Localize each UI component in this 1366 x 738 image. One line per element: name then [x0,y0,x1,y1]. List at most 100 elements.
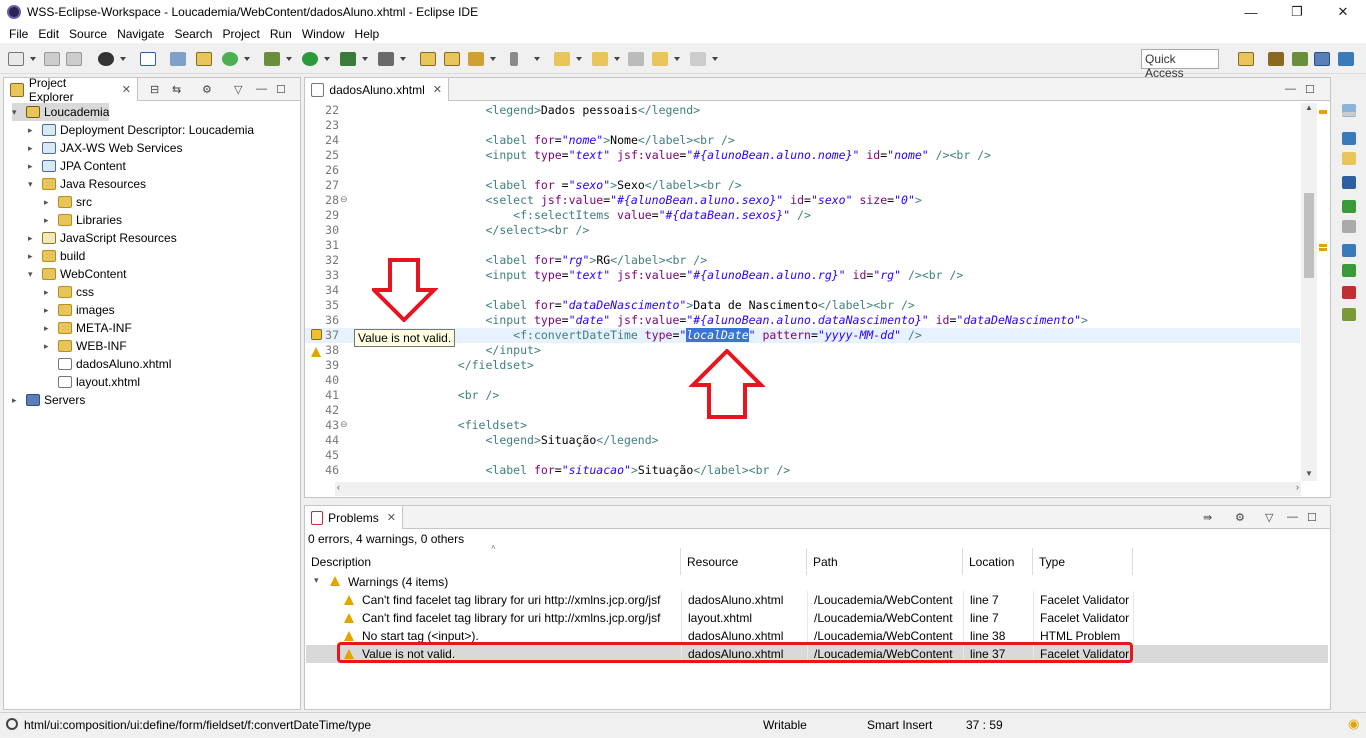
tree-item[interactable]: ▸ JAX-WS Web Services [28,139,182,157]
collapse-icon[interactable]: ▸ [44,287,54,298]
tree-item[interactable]: ▸ css [44,283,94,301]
column-header[interactable]: Description [305,548,681,575]
run-icon[interactable] [302,52,318,66]
column-header[interactable]: Type [1033,548,1133,575]
external-tools-dropdown-icon[interactable] [400,57,406,61]
run-dropdown-icon[interactable] [324,57,330,61]
expand-icon[interactable]: ▾ [314,575,319,586]
menu-help[interactable]: Help [350,27,385,41]
open-folder-icon[interactable] [420,52,436,66]
servers-icon[interactable] [1342,200,1356,213]
menu-source[interactable]: Source [64,27,112,41]
code-line[interactable]: <label for="situacao">Situação</label><b… [347,463,790,478]
code-line[interactable]: </select><br /> [347,223,589,238]
debug-icon[interactable] [264,52,280,66]
tree-item[interactable]: ▸ build [28,247,85,265]
tree-item[interactable]: ▸ JavaScript Resources [28,229,177,247]
warnings-group-row[interactable]: ▾ Warnings (4 items) [306,573,1328,591]
scroll-down-icon[interactable]: ▼ [1305,469,1313,478]
tree-item[interactable]: ▾ Java Resources [28,175,146,193]
menu-edit[interactable]: Edit [33,27,64,41]
restore-button[interactable]: ❐ [1274,0,1320,24]
tree-item[interactable]: ▸ Libraries [44,211,122,229]
expand-icon[interactable]: ▾ [12,107,22,118]
scrollbar-thumb[interactable] [1304,193,1314,278]
table-row[interactable]: Can't find facelet tag library for uri h… [306,591,1328,609]
tree-item[interactable]: ▸ JPA Content [28,157,126,175]
collapse-icon[interactable]: ▸ [12,395,22,406]
properties-icon[interactable] [1342,220,1356,233]
collapse-icon[interactable]: ▸ [28,143,38,154]
menu-file[interactable]: File [4,27,33,41]
fold-icon[interactable]: ⊖ [340,419,348,430]
external-tools-icon[interactable] [378,52,394,66]
collapse-icon[interactable]: ▸ [44,305,54,316]
collapse-icon[interactable]: ▸ [28,233,38,244]
tree-item[interactable]: ▸ Servers [12,391,85,409]
code-line[interactable]: <input type="text" jsf:value="#{alunoBea… [347,268,963,283]
quick-access-input[interactable]: Quick Access [1141,49,1219,80]
table-row[interactable]: Can't find facelet tag library for uri h… [306,609,1328,627]
outline-icon[interactable] [1342,132,1356,145]
data-source-icon[interactable] [1342,264,1356,277]
search-icon[interactable] [468,52,484,66]
coverage-icon[interactable] [340,52,356,66]
collapse-icon[interactable]: ▸ [44,197,54,208]
column-header[interactable]: Location [963,548,1033,575]
tree-item[interactable]: ▸ Deployment Descriptor: Loucademia [28,121,254,139]
code-line[interactable]: <input type="text" jsf:value="#{alunoBea… [347,148,991,163]
vertical-scrollbar[interactable]: ▲ ▼ [1301,103,1317,481]
minimize-icon[interactable]: — [1285,83,1296,95]
menu-search[interactable]: Search [169,27,217,41]
code-line[interactable]: <legend>Situação</legend> [347,433,658,448]
markers-icon[interactable] [1342,286,1356,299]
collapse-icon[interactable]: ▸ [44,341,54,352]
collapse-icon[interactable]: ▸ [28,161,38,172]
console-icon[interactable] [1342,176,1356,189]
debug-dropdown-icon[interactable] [286,57,292,61]
hierarchy-icon[interactable] [1342,244,1356,257]
code-line[interactable]: <legend>Dados pessoais</legend> [347,103,700,118]
maximize-icon[interactable]: ☐ [1305,83,1315,96]
collapse-all-icon[interactable]: ⊟ [150,83,159,96]
refresh-icon[interactable] [222,52,238,66]
back-icon[interactable] [652,52,668,66]
skip-breakpoints-icon[interactable] [170,52,186,66]
profile-dropdown-icon[interactable] [120,57,126,61]
code-line[interactable]: <label for="nome">Nome</label><br /> [347,133,734,148]
coverage-dropdown-icon[interactable] [362,57,368,61]
debug-perspective-icon[interactable] [1292,52,1308,66]
filter-icon[interactable]: ⚙ [202,83,212,96]
tree-item[interactable]: ▸ src [44,193,92,211]
tab-dadosaluno[interactable]: dadosAluno.xhtml ✕ [305,78,449,101]
javaee-perspective-icon[interactable] [1268,52,1284,66]
column-header[interactable]: Resource [681,548,807,575]
close-button[interactable]: ✕ [1320,0,1366,24]
fold-icon[interactable]: ⊖ [340,194,348,205]
minimize-icon[interactable] [1342,112,1356,116]
task-list-icon[interactable] [1342,152,1356,165]
horizontal-scrollbar[interactable]: ‹ › [335,482,1301,496]
collapse-icon[interactable]: ▸ [28,125,38,136]
last-edit-icon[interactable] [628,52,644,66]
lightbulb-icon[interactable]: ◉ [1348,716,1359,732]
overview-ruler[interactable] [1318,106,1328,496]
back-dropdown-icon[interactable] [674,57,680,61]
warning-quickfix-icon[interactable] [311,329,322,340]
collapse-icon[interactable]: ▸ [28,251,38,262]
new-icon[interactable] [8,52,24,66]
expand-icon[interactable]: ▾ [28,179,38,190]
next-annotation-dropdown-icon[interactable] [576,57,582,61]
tree-item[interactable]: ▾ Loucademia [12,103,110,121]
search-dropdown-icon[interactable] [490,57,496,61]
view-menu-icon[interactable]: ▽ [234,83,242,96]
save-all-icon[interactable] [66,52,82,66]
tree-item[interactable]: ▸ images [44,301,115,319]
code-line[interactable]: <f:selectItems value="#{dataBean.sexos}"… [347,208,811,223]
link-editor-icon[interactable]: ⇆ [172,83,181,96]
forward-dropdown-icon[interactable] [712,57,718,61]
tree-item[interactable]: layout.xhtml [44,373,140,391]
open-perspective-icon[interactable] [1238,52,1254,66]
code-line[interactable]: <label for ="sexo">Sexo</label><br /> [347,178,741,193]
tree-item[interactable]: ▸ META-INF [44,319,132,337]
